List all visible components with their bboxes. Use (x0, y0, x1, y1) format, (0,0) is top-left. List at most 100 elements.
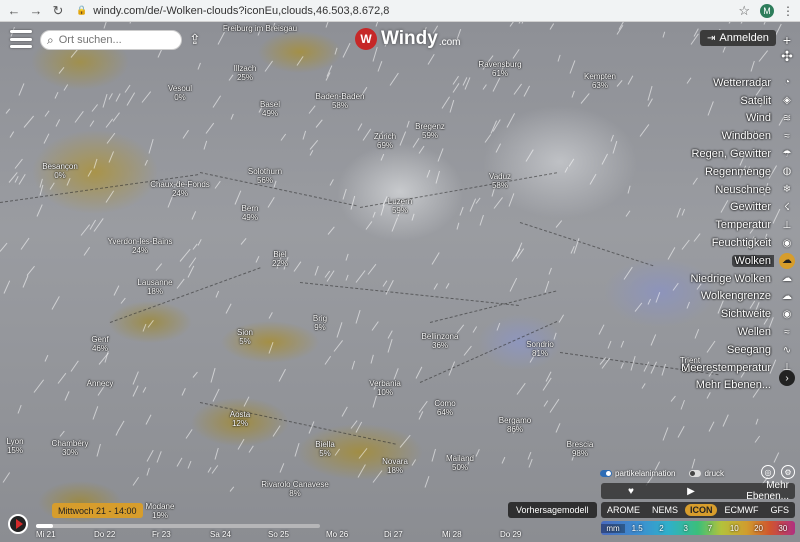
layer-item-wolken[interactable]: Wolken (614, 252, 774, 270)
layer-item-windböen[interactable]: Windböen (614, 127, 774, 145)
place-label[interactable]: Vesoul 0% (168, 84, 192, 102)
timeline-day[interactable]: Do 22 (94, 530, 152, 542)
waves-icon[interactable]: ≈ (778, 323, 796, 341)
place-label[interactable]: Rivarolo Canavese 8% (261, 480, 329, 498)
eye-icon[interactable]: ◉ (778, 306, 796, 324)
timeline-day[interactable]: Mi 28 (442, 530, 500, 542)
weather-map[interactable]: Freiburg im Breisgau Ravensburg 61% Kempten… (0, 22, 800, 542)
layer-item-wolkengrenze[interactable]: Wolkengrenze (614, 288, 774, 306)
play-button[interactable] (8, 514, 28, 534)
pressure-toggle[interactable] (689, 470, 702, 477)
place-label[interactable]: Genf 46% (91, 335, 108, 353)
search-input[interactable] (58, 34, 169, 46)
particles-toggle[interactable] (600, 470, 612, 477)
place-label[interactable]: Modane 19% (146, 502, 175, 520)
place-label[interactable]: Annecy (87, 379, 114, 388)
browser-menu-icon[interactable]: ⋮ (782, 4, 794, 18)
place-label[interactable]: Novara 18% (382, 457, 408, 475)
layer-item-mehr-ebenen-[interactable]: Mehr Ebenen... (614, 377, 774, 395)
timeline-day[interactable]: Mo 26 (326, 530, 384, 542)
place-label[interactable]: Luzern 59% (388, 197, 412, 215)
satellite-icon[interactable]: ◈ (778, 92, 796, 110)
place-label[interactable]: Ravensburg 61% (478, 60, 521, 78)
bookmark-star-icon[interactable]: ☆ (738, 3, 750, 19)
gust-icon[interactable]: ≈ (778, 127, 796, 145)
timeline-day[interactable]: So 25 (268, 530, 326, 542)
profile-avatar[interactable]: M (760, 3, 774, 18)
thunder-icon[interactable]: ☇ (778, 199, 796, 217)
model-icon[interactable]: ICON (684, 504, 718, 516)
snowflake-icon[interactable]: ❄ (778, 181, 796, 199)
swell-icon[interactable]: ∿ (778, 341, 796, 359)
place-label[interactable]: Freiburg im Breisgau (223, 24, 297, 33)
globe-icon[interactable]: ◎ (761, 465, 775, 479)
place-label[interactable]: Baden-Baden 58% (316, 92, 365, 110)
menu-icon[interactable] (10, 30, 32, 48)
webcam-icon[interactable]: ▶ (661, 486, 721, 497)
layer-item-regen-gewitter[interactable]: Regen, Gewitter (614, 145, 774, 163)
place-label[interactable]: Verbania 10% (369, 379, 401, 397)
place-label[interactable]: Kempten 63% (584, 72, 616, 90)
place-label[interactable]: Chambéry 30% (52, 439, 89, 457)
place-label[interactable]: Chaux-de-Fonds 24% (150, 180, 210, 198)
model-arome[interactable]: AROME (602, 504, 645, 516)
more-layers-arrow-icon[interactable]: › (779, 370, 795, 386)
layer-item-niedrige-wolken[interactable]: Niedrige Wolken (614, 270, 774, 288)
layer-item-sichtweite[interactable]: Sichtweite (614, 305, 774, 323)
timeline-day[interactable]: Do 29 (500, 530, 558, 542)
place-label[interactable]: Bern 49% (242, 204, 259, 222)
back-icon[interactable]: ← (6, 3, 22, 19)
layer-item-temperatur[interactable]: Temperatur (614, 216, 774, 234)
place-label[interactable]: Besançon 0% (42, 162, 78, 180)
place-label[interactable]: Biella 5% (315, 440, 335, 458)
place-label[interactable]: Brescia 98% (567, 440, 594, 458)
reload-icon[interactable]: ↻ (50, 3, 66, 19)
layer-item-feuchtigkeit[interactable]: Feuchtigkeit (614, 234, 774, 252)
layer-item-wetterradar[interactable]: Wetterradar (614, 74, 774, 92)
place-label[interactable]: Solothurn 56% (248, 167, 282, 185)
cloud-base-icon[interactable]: ☁ (778, 288, 796, 306)
layer-item-satelit[interactable]: Satelit (614, 92, 774, 110)
timeline-track[interactable] (36, 524, 320, 528)
place-label[interactable]: Como 64% (434, 399, 455, 417)
timeline-day[interactable]: Di 27 (384, 530, 442, 542)
tools-icon[interactable]: ✣ (781, 48, 793, 64)
timeline-day[interactable]: Mi 21 (36, 530, 94, 542)
wind-icon[interactable]: ≋ (778, 110, 796, 128)
timeline-day[interactable]: Sa 24 (210, 530, 268, 542)
share-icon[interactable]: ⇪ (189, 31, 205, 47)
favorite-heart-icon[interactable]: ♥ (601, 486, 661, 497)
login-button[interactable]: ⇥ Anmelden (700, 30, 776, 46)
layer-item-gewitter[interactable]: Gewitter (614, 199, 774, 217)
layer-item-meerestemperatur[interactable]: Meerestemperatur (614, 359, 774, 377)
radar-icon[interactable]: ◔ (778, 74, 796, 92)
rain-icon[interactable]: ☂ (778, 145, 796, 163)
place-label[interactable]: Vaduz 58% (489, 172, 511, 190)
place-label[interactable]: Mailand 50% (446, 454, 474, 472)
place-label[interactable]: Basel 49% (260, 100, 280, 118)
layer-item-regenmenge[interactable]: Regenmenge (614, 163, 774, 181)
more-layers-button[interactable]: Mehr Ebenen... (721, 480, 795, 502)
timeline-day[interactable]: Fr 23 (152, 530, 210, 542)
cloud-icon[interactable]: ☁ (779, 252, 795, 269)
place-label[interactable]: Illzach 25% (234, 64, 257, 82)
place-label[interactable]: Lyon 15% (6, 437, 23, 455)
zoom-in-icon[interactable]: + (783, 32, 791, 48)
place-label[interactable]: Brig 9% (313, 314, 327, 332)
settings-icon[interactable]: ⚙ (781, 465, 795, 479)
place-label[interactable]: Lausanne 18% (137, 278, 172, 296)
place-label[interactable]: Biel 22% (272, 250, 288, 268)
rain-accumulation-icon[interactable]: ◍ (778, 163, 796, 181)
search-box[interactable]: ⌕ (40, 30, 182, 50)
layer-item-wind[interactable]: Wind (614, 110, 774, 128)
place-label[interactable]: Sondrio 81% (526, 340, 554, 358)
low-clouds-icon[interactable]: ☁ (778, 270, 796, 288)
layer-item-seegang[interactable]: Seegang (614, 341, 774, 359)
model-nems[interactable]: NEMS (647, 504, 683, 516)
layer-item-wellen[interactable]: Wellen (614, 323, 774, 341)
thermometer-icon[interactable]: ⊥ (778, 216, 796, 234)
model-ecmwf[interactable]: ECMWF (719, 504, 763, 516)
layer-item-neuschnee[interactable]: Neuschnee (614, 181, 774, 199)
address-bar[interactable]: 🔒 windy.com/de/-Wolken-clouds?iconEu,clo… (72, 3, 730, 19)
place-label[interactable]: Bergamo 86% (499, 416, 531, 434)
